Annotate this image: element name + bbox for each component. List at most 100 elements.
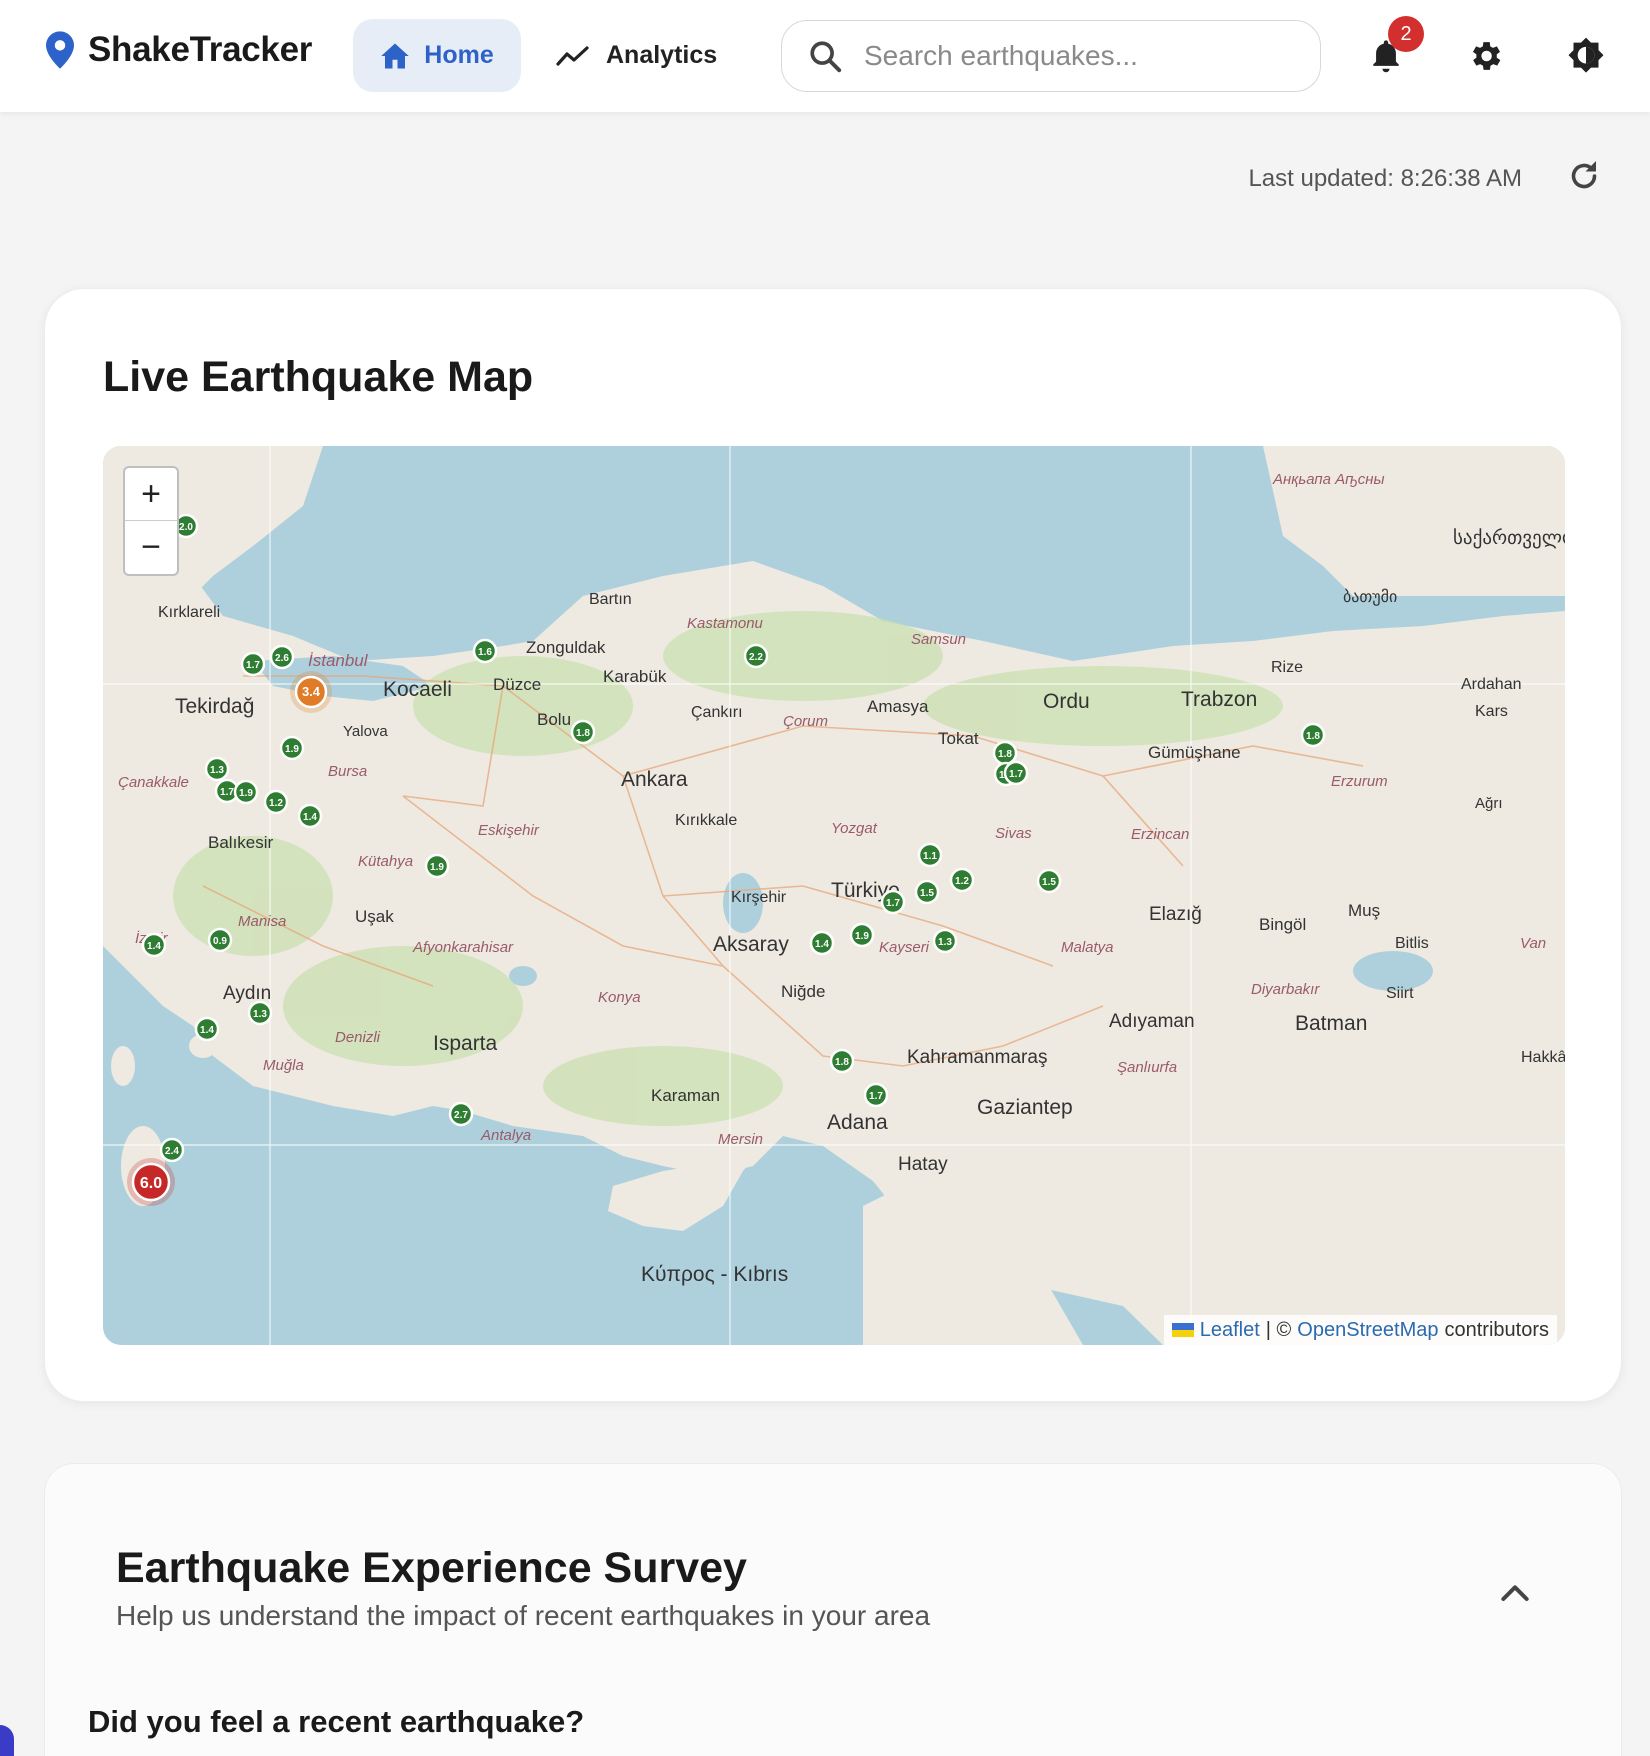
- quake-magnitude-label: 1.8: [576, 728, 590, 739]
- zoom-control: + −: [123, 466, 179, 576]
- quake-marker[interactable]: 1.8: [829, 1048, 855, 1074]
- quake-marker[interactable]: 1.8: [570, 719, 596, 745]
- quake-magnitude-label: 2.7: [454, 1110, 468, 1121]
- quake-magnitude-label: 1.8: [835, 1057, 849, 1068]
- place-label: Afyonkarahisar: [412, 939, 514, 956]
- place-label: Κύπρος - Kıbrıs: [641, 1263, 788, 1286]
- quake-marker[interactable]: 1.9: [233, 779, 259, 805]
- place-label: Düzce: [493, 675, 541, 694]
- place-label: Uşak: [355, 907, 394, 926]
- map-attribution: Leaflet | © OpenStreetMap contributors: [1163, 1315, 1557, 1345]
- place-label: Diyarbakır: [1251, 981, 1320, 998]
- quake-marker[interactable]: 1.4: [809, 930, 835, 956]
- quake-marker[interactable]: 1.1: [917, 842, 943, 868]
- nav-home-button[interactable]: Home: [353, 19, 521, 92]
- quake-marker[interactable]: 1.3: [204, 756, 230, 782]
- quake-magnitude-label: 1.3: [253, 1009, 267, 1020]
- quake-marker[interactable]: 1.8: [992, 740, 1018, 766]
- quake-marker[interactable]: 2.7: [448, 1101, 474, 1127]
- quake-marker[interactable]: 1.7: [880, 889, 906, 915]
- quake-marker[interactable]: 1.5: [1036, 868, 1062, 894]
- ukraine-flag-icon: [1171, 1323, 1194, 1337]
- survey-title: Earthquake Experience Survey: [116, 1544, 747, 1592]
- search-input[interactable]: [864, 40, 1284, 72]
- quake-magnitude-label: 1.9: [285, 744, 299, 755]
- earthquake-map[interactable]: Kırklareli Tekirdağ İstanbul Kocaeli Yal…: [103, 446, 1565, 1345]
- place-label: Bartın: [589, 591, 632, 608]
- place-label: Kırklareli: [158, 604, 220, 621]
- place-label: Tekirdağ: [175, 695, 254, 718]
- place-label: Ağrı: [1475, 795, 1503, 812]
- openstreetmap-link[interactable]: OpenStreetMap: [1297, 1319, 1438, 1342]
- quake-marker[interactable]: 1.7: [240, 651, 266, 677]
- place-label: Balıkesir: [208, 833, 274, 852]
- place-label: Gaziantep: [977, 1096, 1073, 1119]
- map-pin-icon: [46, 31, 74, 69]
- quake-marker[interactable]: 0.9: [207, 927, 233, 953]
- quake-marker[interactable]: 1.2: [263, 789, 289, 815]
- place-label: Kahramanmaraş: [907, 1047, 1047, 1068]
- quake-marker[interactable]: 1.8: [1300, 722, 1326, 748]
- quake-marker[interactable]: 1.7: [863, 1082, 889, 1108]
- zoom-out-button[interactable]: −: [125, 521, 177, 574]
- place-label: Tokat: [938, 729, 979, 748]
- quake-magnitude-label: 1.9: [855, 931, 869, 942]
- place-label: Ordu: [1043, 690, 1090, 713]
- place-label: Siirt: [1386, 985, 1414, 1002]
- place-label: Muğla: [263, 1057, 304, 1074]
- place-label: Karaman: [651, 1086, 720, 1105]
- place-label: Bursa: [328, 763, 367, 780]
- place-label: Gümüşhane: [1148, 743, 1241, 762]
- place-label: Adıyaman: [1109, 1011, 1195, 1032]
- notifications-button[interactable]: 2: [1358, 16, 1424, 84]
- quake-marker[interactable]: 6.0: [127, 1158, 175, 1206]
- gear-icon: [1472, 42, 1501, 70]
- place-label: Amasya: [867, 697, 929, 716]
- quake-marker[interactable]: 1.9: [849, 922, 875, 948]
- place-label: Karabük: [603, 667, 667, 686]
- map-card: Live Earthquake Map Kırklareli Tekirdağ …: [44, 288, 1622, 1402]
- quake-marker[interactable]: 2.6: [269, 644, 295, 670]
- leaflet-link[interactable]: Leaflet: [1200, 1319, 1260, 1342]
- quake-magnitude-label: 1.9: [239, 788, 253, 799]
- zoom-in-button[interactable]: +: [125, 468, 177, 521]
- map-card-title: Live Earthquake Map: [103, 353, 534, 401]
- quake-magnitude-label: 1.8: [998, 749, 1012, 760]
- place-label: Antalya: [480, 1127, 531, 1144]
- home-icon: [381, 43, 410, 68]
- brand[interactable]: ShakeTracker: [46, 30, 312, 70]
- trend-line-icon: [556, 45, 589, 66]
- search-icon: [810, 41, 842, 73]
- quake-marker[interactable]: 1.4: [194, 1016, 220, 1042]
- place-label: Elazığ: [1149, 904, 1202, 925]
- quake-magnitude-label: 2.0: [179, 522, 193, 533]
- map-tiles: Kırklareli Tekirdağ İstanbul Kocaeli Yal…: [103, 446, 1565, 1345]
- place-label: Erzincan: [1131, 826, 1189, 843]
- place-label: Manisa: [238, 913, 286, 930]
- quake-marker[interactable]: 1.3: [247, 1000, 273, 1026]
- quake-marker[interactable]: 1.5: [914, 879, 940, 905]
- refresh-button[interactable]: [1566, 158, 1606, 198]
- quake-marker[interactable]: 1.2: [949, 867, 975, 893]
- theme-toggle-button[interactable]: [1558, 28, 1614, 84]
- quake-marker[interactable]: 1.9: [279, 735, 305, 761]
- quake-magnitude-label: 1.5: [1042, 877, 1056, 888]
- quake-magnitude-label: 1.4: [200, 1025, 214, 1036]
- quake-marker[interactable]: 2.2: [743, 643, 769, 669]
- quake-marker[interactable]: 3.4: [290, 671, 332, 713]
- place-label: Malatya: [1061, 939, 1114, 956]
- search-bar[interactable]: [781, 20, 1321, 92]
- quake-marker[interactable]: 1.4: [141, 932, 167, 958]
- attribution-suffix: contributors: [1444, 1318, 1550, 1341]
- collapse-survey-button[interactable]: [1495, 1574, 1535, 1614]
- place-label: Eskişehir: [478, 822, 540, 839]
- quake-marker[interactable]: 1.4: [297, 803, 323, 829]
- quake-marker[interactable]: 2.4: [159, 1137, 185, 1163]
- quake-marker[interactable]: 1.9: [424, 853, 450, 879]
- quake-marker[interactable]: 1.6: [472, 638, 498, 664]
- nav-analytics-button[interactable]: Analytics: [556, 19, 717, 92]
- settings-button[interactable]: [1457, 28, 1513, 84]
- quake-marker[interactable]: 1.7: [1003, 760, 1029, 786]
- quake-magnitude-label: 1.2: [955, 876, 969, 887]
- quake-marker[interactable]: 1.3: [932, 928, 958, 954]
